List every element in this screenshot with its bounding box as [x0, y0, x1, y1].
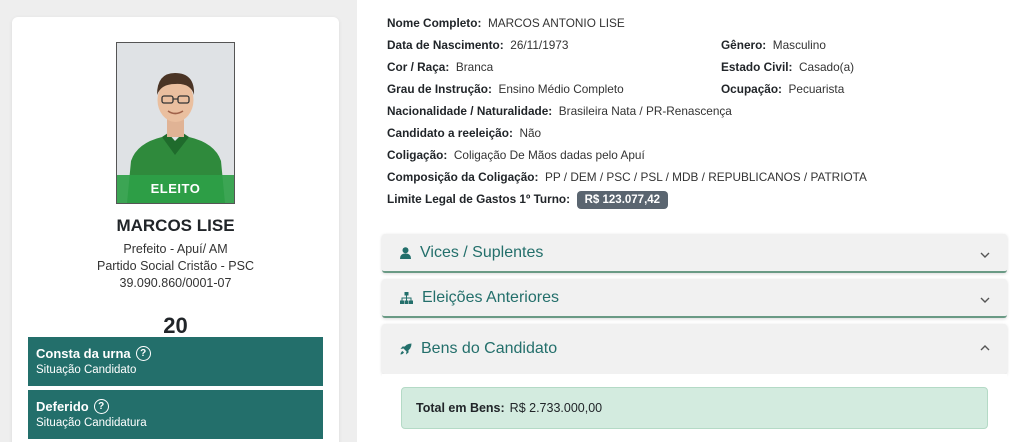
status-subtitle: Situação Candidatura: [36, 417, 147, 429]
education-row: Grau de Instrução: Ensino Médio Completo: [387, 82, 624, 96]
nationality-row: Nacionalidade / Naturalidade: Brasileira…: [387, 104, 732, 118]
gender-row: Gênero: Masculino: [721, 38, 826, 52]
candidate-cnpj: 39.090.860/0001-07: [119, 276, 232, 290]
spending-limit-badge: R$ 123.077,42: [576, 191, 669, 209]
label: Nacionalidade / Naturalidade:: [387, 104, 553, 118]
label: Ocupação:: [721, 82, 782, 96]
accordion-vices[interactable]: Vices / Suplentes: [382, 234, 1007, 273]
value: MARCOS ANTONIO LISE: [487, 16, 625, 30]
value: Masculino: [772, 38, 826, 52]
status-box-ballot: Consta da urna ? Situação Candidato: [28, 337, 323, 386]
label: Candidato a reeleição:: [387, 126, 513, 140]
candidate-name: MARCOS LISE: [116, 216, 235, 235]
value: Pecuarista: [788, 82, 845, 96]
assets-panel: Total em Bens: R$ 2.733.000,00: [382, 374, 1007, 442]
candidate-office: Prefeito - Apuí/ AM: [123, 242, 228, 256]
value: Brasileira Nata / PR-Renascença: [558, 104, 732, 118]
status-title: Consta da urna: [36, 346, 131, 361]
marital-row: Estado Civil: Casado(a): [721, 60, 854, 74]
elected-overlay: ELEITO: [117, 175, 234, 203]
accordion-previous-elections[interactable]: Eleições Anteriores: [382, 279, 1007, 318]
accordion-assets[interactable]: Bens do Candidato: [382, 324, 1007, 374]
status-title: Deferido: [36, 399, 89, 414]
label: Nome Completo:: [387, 16, 482, 30]
user-icon: [400, 247, 411, 259]
chevron-down-icon[interactable]: [979, 294, 991, 306]
assets-total-label: Total em Bens:: [416, 401, 505, 415]
rocket-icon: [400, 343, 412, 355]
value: Branca: [455, 60, 494, 74]
assets-total-value: R$ 2.733.000,00: [509, 401, 603, 415]
value: Coligação De Mãos dadas pelo Apuí: [453, 148, 645, 162]
value: 26/11/1973: [510, 38, 569, 52]
spending-limit-row: Limite Legal de Gastos 1º Turno: R$ 123.…: [387, 191, 669, 209]
race-row: Cor / Raça: Branca: [387, 60, 493, 74]
details-panel: Nome Completo: MARCOS ANTONIO LISE Data …: [357, 0, 1024, 442]
occupation-row: Ocupação: Pecuarista: [721, 82, 844, 96]
chevron-up-icon[interactable]: [979, 342, 991, 354]
label: Data de Nascimento:: [387, 38, 504, 52]
help-icon[interactable]: ?: [93, 399, 109, 414]
candidate-photo: ELEITO: [116, 42, 235, 204]
candidate-number: 20: [163, 313, 188, 338]
status-box-candidacy: Deferido ? Situação Candidatura: [28, 390, 323, 439]
chevron-down-icon[interactable]: [979, 249, 991, 261]
candidate-card: ELEITO MARCOS LISE Prefeito - Apuí/ AM P…: [12, 17, 339, 442]
coalition-parties-row: Composição da Coligação: PP / DEM / PSC …: [387, 170, 867, 184]
candidate-party: Partido Social Cristão - PSC: [96, 259, 254, 273]
label: Coligação:: [387, 148, 448, 162]
help-icon[interactable]: ?: [135, 346, 151, 361]
label: Cor / Raça:: [387, 60, 450, 74]
full-name-row: Nome Completo: MARCOS ANTONIO LISE: [387, 16, 625, 30]
label: Gênero:: [721, 38, 767, 52]
value: Não: [519, 126, 542, 140]
value: Ensino Médio Completo: [498, 82, 624, 96]
value: Casado(a): [799, 60, 855, 74]
sitemap-icon: [400, 292, 413, 304]
coalition-row: Coligação: Coligação De Mãos dadas pelo …: [387, 148, 645, 162]
reelection-row: Candidato a reeleição: Não: [387, 126, 541, 140]
value: PP / DEM / PSC / PSL / MDB / REPUBLICANO…: [544, 170, 867, 184]
birth-row: Data de Nascimento: 26/11/1973: [387, 38, 568, 52]
accordion-title: Eleições Anteriores: [422, 289, 559, 306]
label: Estado Civil:: [721, 60, 793, 74]
label: Limite Legal de Gastos 1º Turno:: [387, 192, 571, 206]
accordion-title: Vices / Suplentes: [420, 244, 544, 261]
accordion-title: Bens do Candidato: [421, 340, 558, 357]
status-subtitle: Situação Candidato: [36, 364, 137, 376]
label: Grau de Instrução:: [387, 82, 492, 96]
assets-total-box: Total em Bens: R$ 2.733.000,00: [401, 387, 988, 429]
label: Composição da Coligação:: [387, 170, 539, 184]
